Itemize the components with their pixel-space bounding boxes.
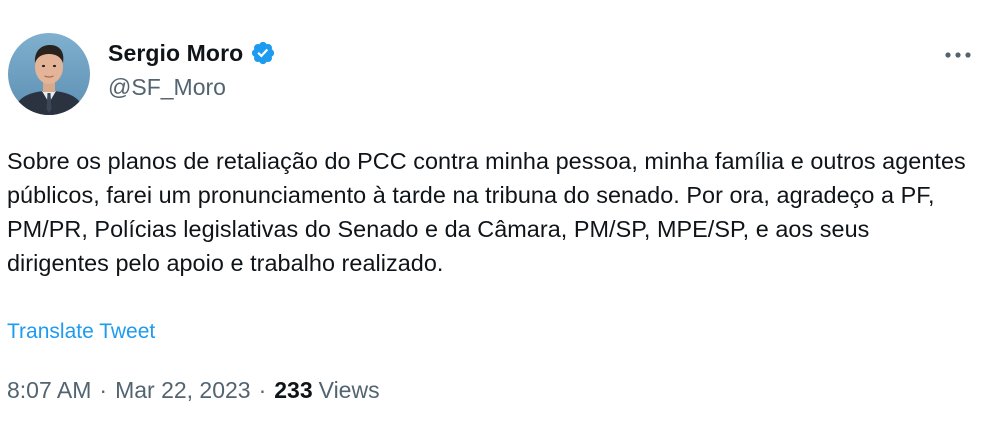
author-handle[interactable]: @SF_Moro [108,74,276,101]
tweet-metadata: 8:07 AM · Mar 22, 2023 · 233 Views [7,377,380,404]
meta-separator: · [258,377,267,403]
avatar-image [8,33,90,115]
translate-tweet-link[interactable]: Translate Tweet [7,320,155,344]
tweet-text: Sobre os planos de retaliação do PCC con… [7,148,966,276]
tweet-date[interactable]: Mar 22, 2023 [115,377,251,404]
name-row: Sergio Moro [108,38,276,68]
profile-avatar[interactable] [8,33,90,115]
tweet-card: Sergio Moro @SF_Moro Sobre os planos de … [0,0,984,432]
author-block: Sergio Moro @SF_Moro [108,38,276,101]
views-label[interactable]: Views [319,377,380,404]
meta-separator: · [99,377,108,403]
more-options-icon[interactable] [940,40,976,70]
author-display-name[interactable]: Sergio Moro [108,40,243,67]
verified-badge-icon[interactable] [250,40,276,66]
tweet-time[interactable]: 8:07 AM [7,377,91,404]
views-count[interactable]: 233 [274,377,312,404]
